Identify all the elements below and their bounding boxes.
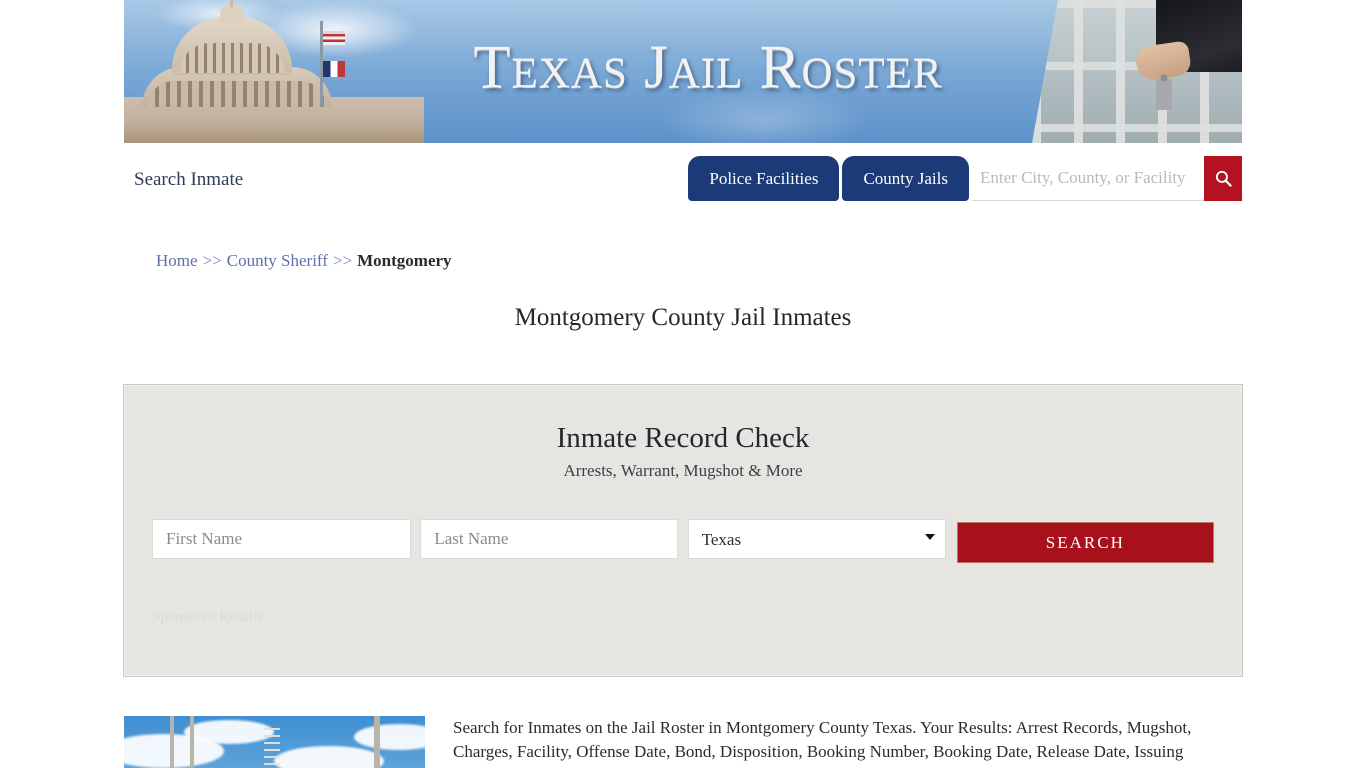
- breadcrumb-home[interactable]: Home: [156, 251, 198, 270]
- panel-subtitle: Arrests, Warrant, Mugshot & More: [563, 461, 803, 480]
- last-name-input[interactable]: [420, 519, 678, 559]
- breadcrumb-county-sheriff[interactable]: County Sheriff: [227, 251, 328, 270]
- page-title: Montgomery County Jail Inmates: [514, 304, 852, 331]
- nav-search-group: [972, 156, 1242, 201]
- jail-facility-thumbnail: [124, 716, 425, 768]
- tab-police-facilities[interactable]: Police Facilities: [684, 156, 844, 201]
- facility-search-button[interactable]: [1204, 156, 1242, 201]
- nav-bar: Search Inmate Police Facilities County J…: [124, 143, 1242, 223]
- page-description: Search for Inmates on the Jail Roster in…: [453, 718, 1192, 768]
- first-name-input[interactable]: [152, 519, 412, 559]
- inmate-search-form: Texas SEARCH: [152, 519, 1214, 563]
- site-title: Texas Jail Roster: [473, 34, 943, 101]
- content-container: Texas Jail Roster Search Inmate Police F…: [123, 0, 1243, 768]
- nav-brand: Search Inmate: [134, 169, 244, 190]
- nav-right-group: Police Facilities County Jails: [684, 156, 1242, 201]
- inmate-record-check-panel: Inmate Record Check Arrests, Warrant, Mu…: [123, 384, 1243, 677]
- page-root: Texas Jail Roster Search Inmate Police F…: [0, 0, 1366, 768]
- site-banner: Texas Jail Roster: [124, 0, 1242, 143]
- page-content: Search for Inmates on the Jail Roster in…: [124, 716, 1242, 768]
- search-icon: [1215, 170, 1232, 187]
- facility-search-input[interactable]: [972, 156, 1204, 201]
- breadcrumb-separator-1: >>: [202, 251, 222, 270]
- state-select[interactable]: Texas: [687, 519, 946, 559]
- inmate-search-button[interactable]: SEARCH: [956, 522, 1214, 563]
- tab-county-jails[interactable]: County Jails: [838, 156, 973, 201]
- panel-title: Inmate Record Check: [556, 422, 810, 454]
- breadcrumb-separator-2: >>: [332, 251, 353, 270]
- state-select-wrapper: Texas: [687, 519, 946, 559]
- sponsored-results-label: Sponsored Results: [152, 609, 264, 625]
- breadcrumb-current: Montgomery: [357, 251, 452, 270]
- breadcrumb: Home >> County Sheriff >> Montgomery: [156, 251, 1242, 271]
